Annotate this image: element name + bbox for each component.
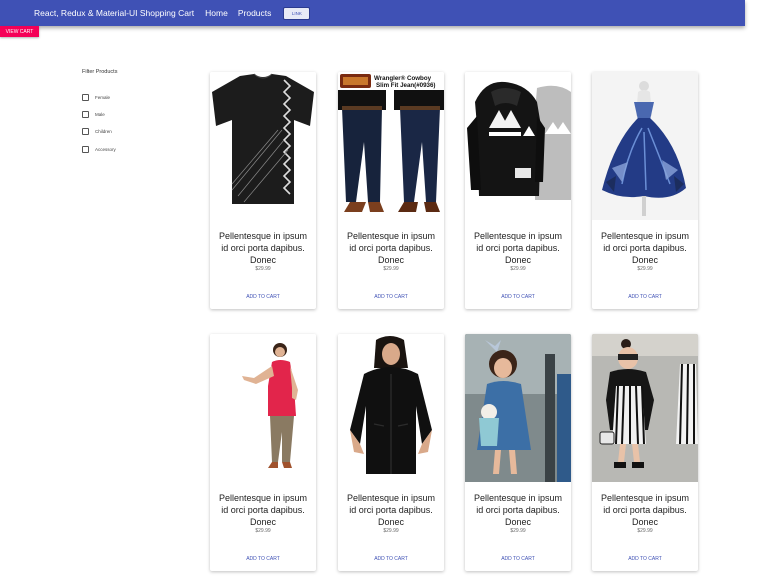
product-price: $29.99 xyxy=(255,528,271,534)
link-button[interactable]: LINK xyxy=(283,6,311,20)
checkbox[interactable] xyxy=(82,128,89,135)
product-price: $29.99 xyxy=(383,528,399,534)
filter-label: Male xyxy=(95,112,105,117)
filter-option-accessory[interactable]: Accessory xyxy=(82,146,116,153)
black-fleece-jacket-image xyxy=(350,336,432,474)
nav-home-link[interactable]: Home xyxy=(205,8,228,18)
checkbox[interactable] xyxy=(82,111,89,118)
product-image[interactable]: Wrangler® Cowboy Slim Fit Jean(#0936) xyxy=(338,72,444,220)
product-price: $29.99 xyxy=(383,266,399,272)
filter-label: Female xyxy=(95,95,111,100)
add-to-cart-button[interactable]: ADD TO CART xyxy=(493,556,543,562)
red-top-image xyxy=(242,343,298,468)
app-bar: React, Redux & Material-UI Shopping Cart… xyxy=(0,0,745,26)
app-title: React, Redux & Material-UI Shopping Cart xyxy=(34,8,195,18)
product-title: Pellentesque in ipsum id orci porta dapi… xyxy=(218,231,308,265)
girl-denim-dress-image xyxy=(465,334,571,482)
black-tshirt-image xyxy=(212,73,314,204)
filter-label: Accessory xyxy=(95,147,116,152)
product-price: $29.99 xyxy=(510,528,526,534)
add-to-cart-button[interactable]: ADD TO CART xyxy=(620,294,670,300)
blue-gown-image xyxy=(592,72,698,220)
product-price: $29.99 xyxy=(255,266,271,272)
add-to-cart-button[interactable]: ADD TO CART xyxy=(366,556,416,562)
product-image[interactable] xyxy=(210,334,316,482)
product-card: Pellentesque in ipsum id orci porta dapi… xyxy=(592,72,698,309)
adidas-hoodie-image xyxy=(467,81,571,200)
product-card: Pellentesque in ipsum id orci porta dapi… xyxy=(592,334,698,571)
wrangler-jeans-image: Wrangler® Cowboy Slim Fit Jean(#0936) xyxy=(338,74,444,212)
product-title: Pellentesque in ipsum id orci porta dapi… xyxy=(473,231,563,265)
product-image[interactable] xyxy=(592,72,698,220)
product-image[interactable] xyxy=(465,72,571,220)
product-price: $29.99 xyxy=(510,266,526,272)
add-to-cart-button[interactable]: ADD TO CART xyxy=(620,556,670,562)
add-to-cart-button[interactable]: ADD TO CART xyxy=(493,294,543,300)
product-title: Pellentesque in ipsum id orci porta dapi… xyxy=(346,493,436,527)
product-card: Pellentesque in ipsum id orci porta dapi… xyxy=(210,72,316,309)
product-title: Pellentesque in ipsum id orci porta dapi… xyxy=(600,231,690,265)
filter-option-female[interactable]: Female xyxy=(82,94,110,101)
product-card: Pellentesque in ipsum id orci porta dapi… xyxy=(338,334,444,571)
product-card: Wrangler® Cowboy Slim Fit Jean(#0936) Pe… xyxy=(338,72,444,309)
product-price: $29.99 xyxy=(637,528,653,534)
add-to-cart-button[interactable]: ADD TO CART xyxy=(238,294,288,300)
product-card: Pellentesque in ipsum id orci porta dapi… xyxy=(210,334,316,571)
checkbox[interactable] xyxy=(82,94,89,101)
wrangler-caption-line-2: Slim Fit Jean(#0936) xyxy=(376,82,436,89)
filter-label: Children xyxy=(95,129,112,134)
view-cart-button[interactable]: VIEW CART xyxy=(0,26,39,37)
product-image[interactable] xyxy=(210,72,316,220)
product-card: Pellentesque in ipsum id orci porta dapi… xyxy=(465,334,571,571)
product-image[interactable] xyxy=(338,334,444,482)
nav-products-link[interactable]: Products xyxy=(238,8,272,18)
add-to-cart-button[interactable]: ADD TO CART xyxy=(366,294,416,300)
product-title: Pellentesque in ipsum id orci porta dapi… xyxy=(473,493,563,527)
product-title: Pellentesque in ipsum id orci porta dapi… xyxy=(600,493,690,527)
filter-option-children[interactable]: Children xyxy=(82,128,112,135)
product-price: $29.99 xyxy=(637,266,653,272)
product-title: Pellentesque in ipsum id orci porta dapi… xyxy=(218,493,308,527)
checkbox[interactable] xyxy=(82,146,89,153)
wrangler-caption-line-1: Wrangler® Cowboy xyxy=(374,75,432,82)
girl-striped-outfit-image xyxy=(592,334,698,482)
product-image[interactable] xyxy=(465,334,571,482)
product-card: Pellentesque in ipsum id orci porta dapi… xyxy=(465,72,571,309)
filter-option-male[interactable]: Male xyxy=(82,111,105,118)
filter-title: Filter Products xyxy=(82,69,118,75)
product-title: Pellentesque in ipsum id orci porta dapi… xyxy=(346,231,436,265)
product-image[interactable] xyxy=(592,334,698,482)
add-to-cart-button[interactable]: ADD TO CART xyxy=(238,556,288,562)
